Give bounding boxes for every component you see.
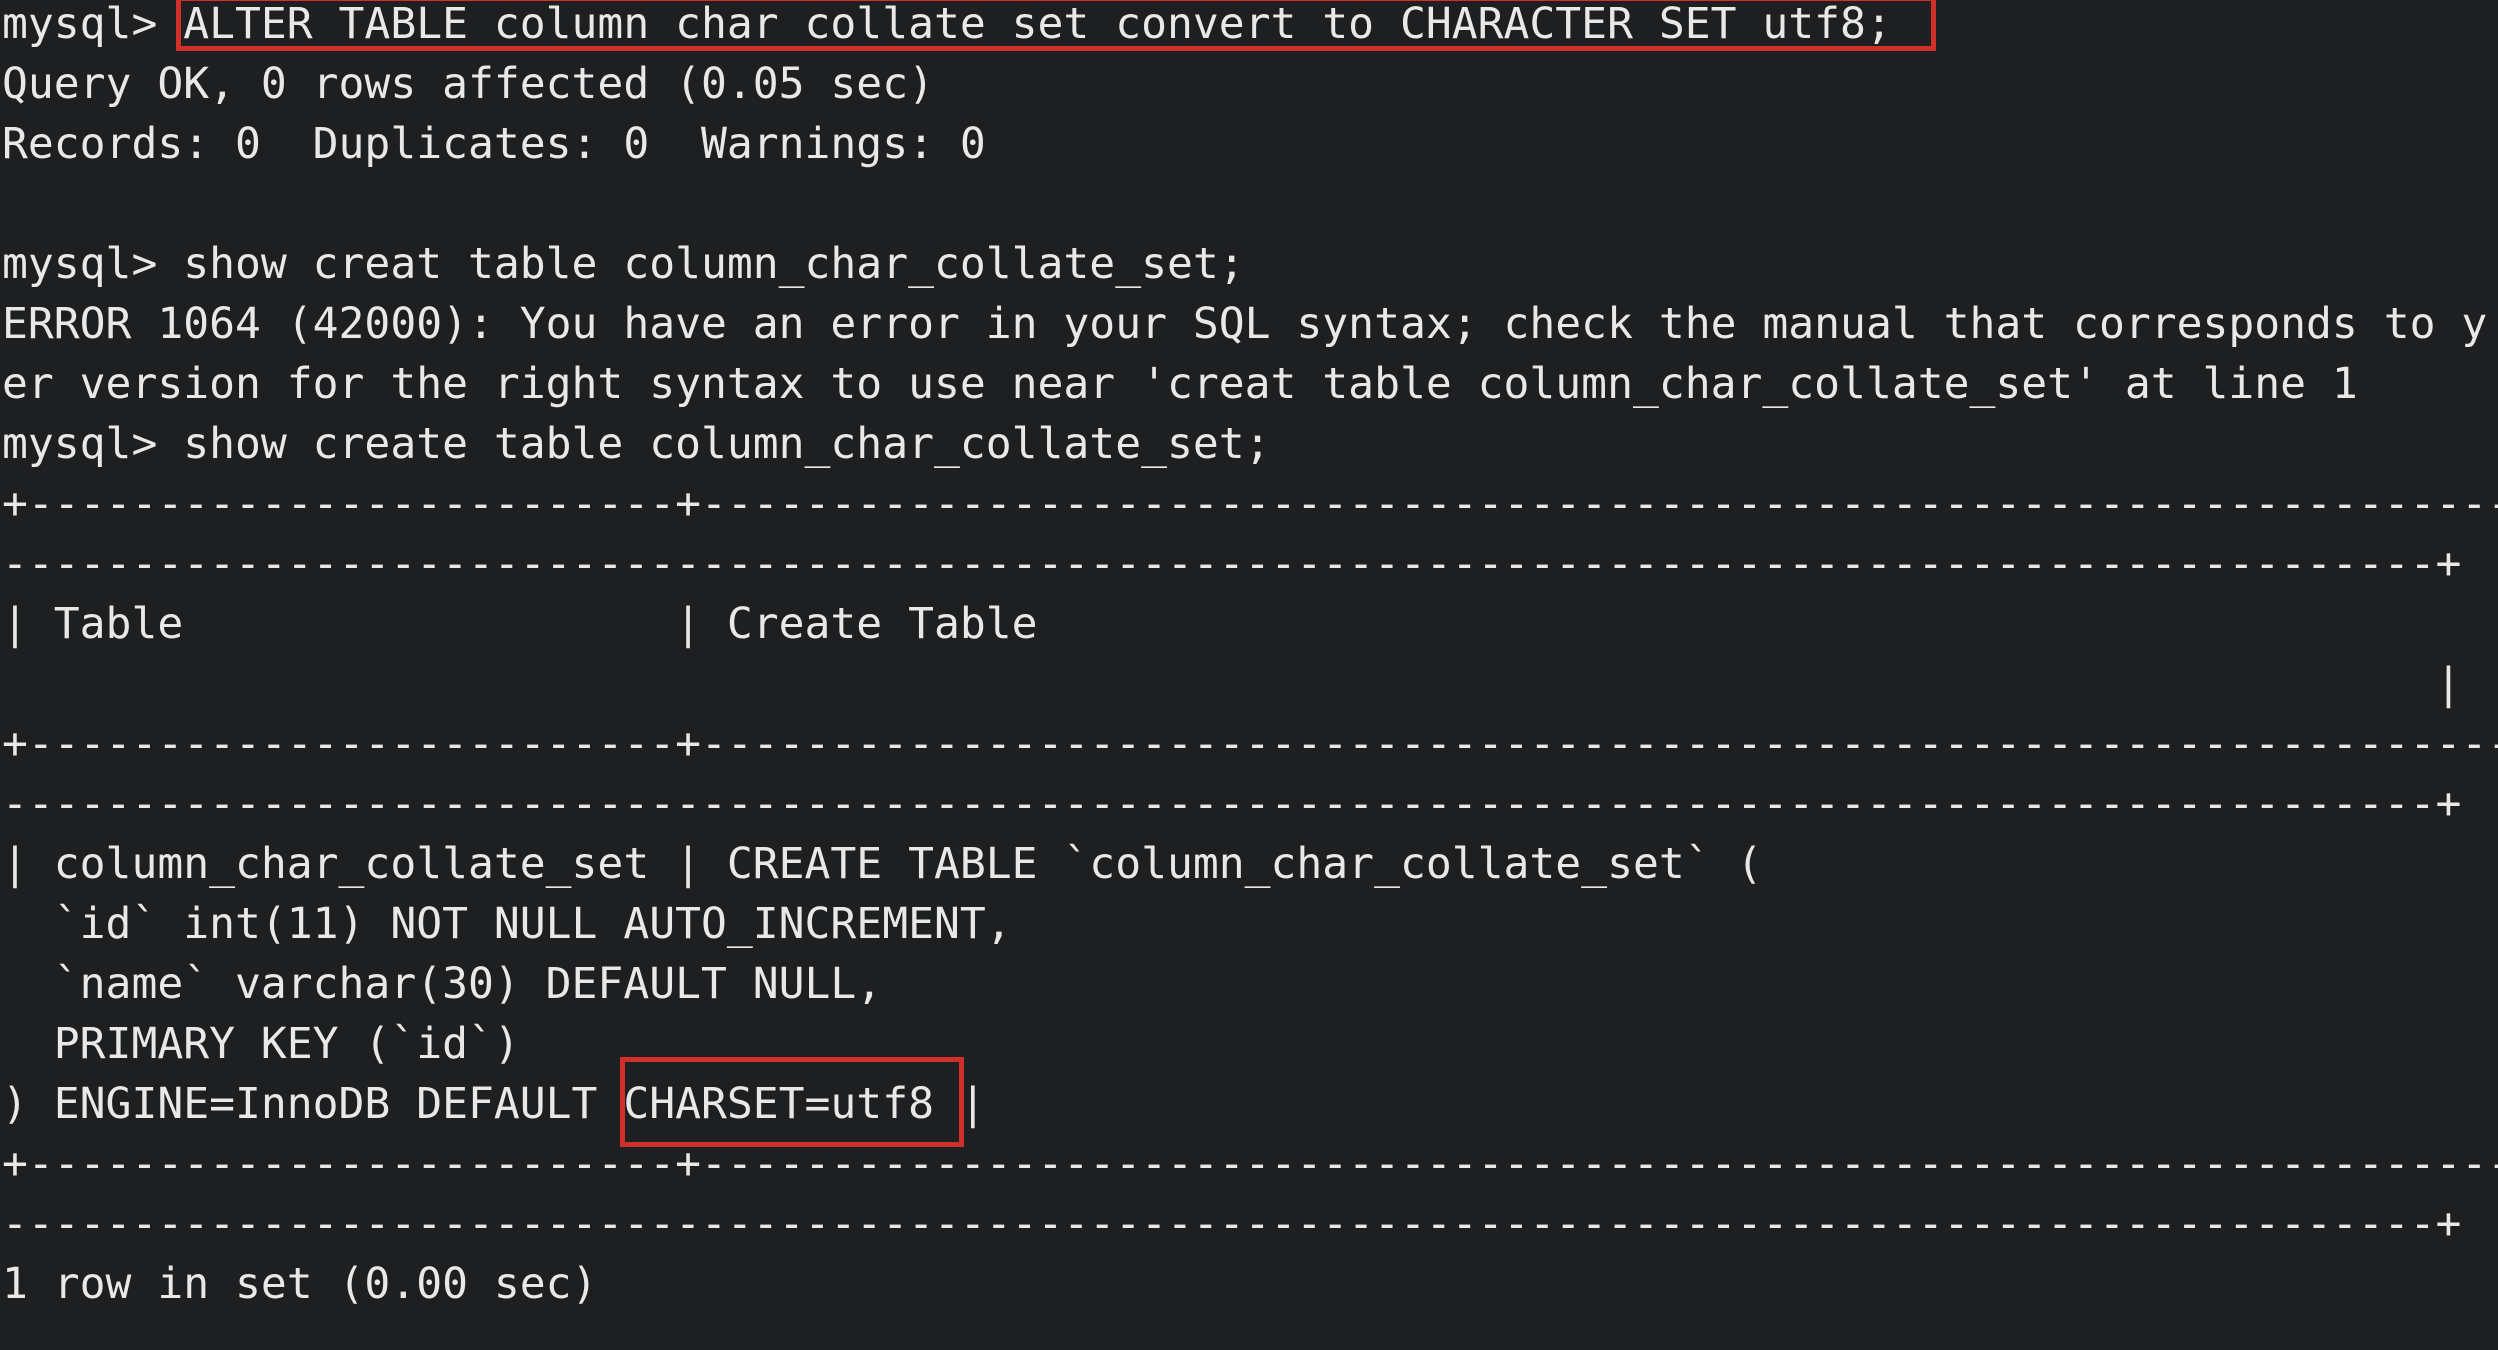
table-data-row: | column_char_collate_set | CREATE TABLE… (2, 839, 1763, 889)
table-border-top-1: +-------------------------+-------------… (2, 479, 2498, 529)
terminal-window[interactable]: mysql> ALTER TABLE column_char_collate_s… (0, 0, 2498, 1350)
table-border-top-2: ----------------------------------------… (2, 539, 2462, 589)
terminal-line-records: Records: 0 Duplicates: 0 Warnings: 0 (2, 119, 986, 169)
table-border-mid-2: ----------------------------------------… (2, 779, 2462, 829)
table-border-mid-1: +-------------------------+-------------… (2, 719, 2498, 769)
table-header-row: | Table | Create Table (2, 599, 1038, 649)
table-header-row-end: | (2, 659, 2462, 709)
table-data-name-column: `name` varchar(30) DEFAULT NULL, (2, 959, 883, 1009)
table-data-engine: ) ENGINE=InnoDB DEFAULT CHARSET=utf8 | (2, 1079, 986, 1129)
terminal-line-show-create: mysql> show create table column_char_col… (2, 419, 1271, 469)
terminal-line-row-count: 1 row in set (0.00 sec) (2, 1259, 598, 1309)
terminal-line-error: ERROR 1064 (42000): You have an error in… (2, 299, 2488, 349)
terminal-line-alter-command: mysql> ALTER TABLE column_char_collate_s… (2, 0, 1892, 49)
table-data-id-column: `id` int(11) NOT NULL AUTO_INCREMENT, (2, 899, 1012, 949)
terminal-line-error-cont: er version for the right syntax to use n… (2, 359, 2358, 409)
terminal-line-query-ok: Query OK, 0 rows affected (0.05 sec) (2, 59, 934, 109)
table-border-bottom-2: ----------------------------------------… (2, 1199, 2462, 1249)
table-data-primary-key: PRIMARY KEY (`id`) (2, 1019, 520, 1069)
table-border-bottom-1: +-------------------------+-------------… (2, 1139, 2498, 1189)
terminal-line-show-creat: mysql> show creat table column_char_coll… (2, 239, 1245, 289)
